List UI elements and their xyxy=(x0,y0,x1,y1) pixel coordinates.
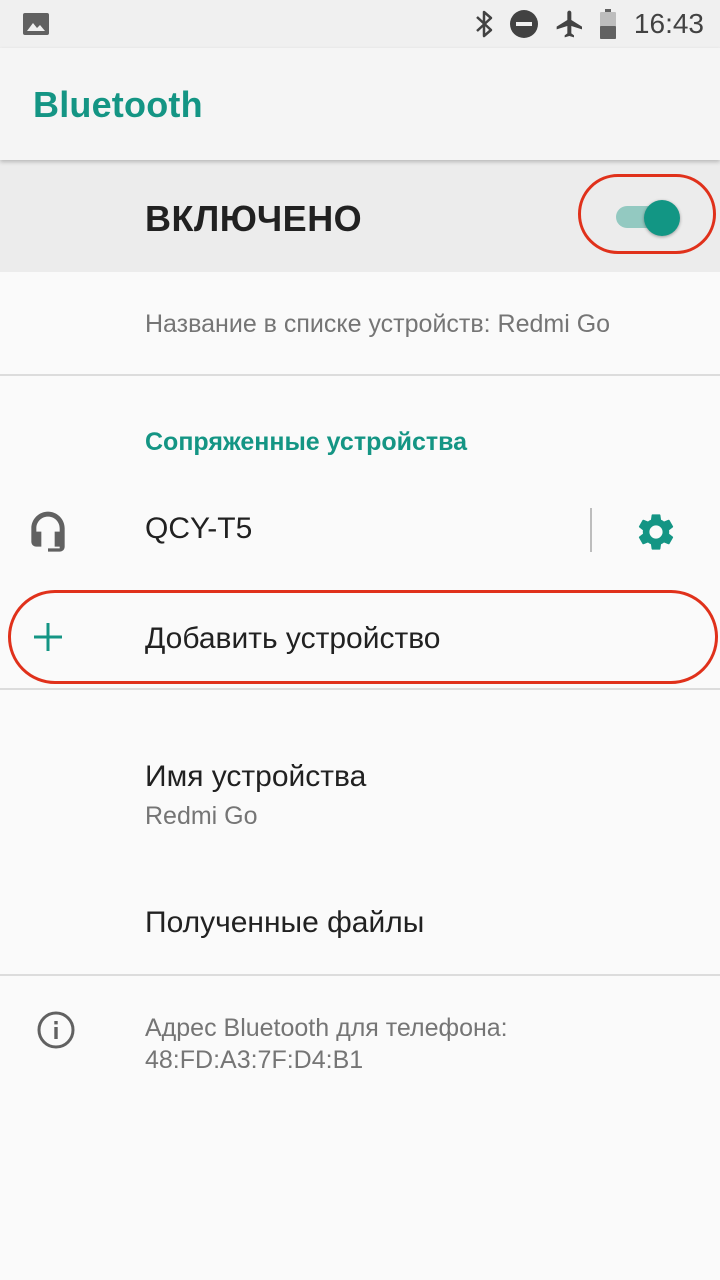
divider xyxy=(0,688,720,690)
received-files-title: Полученные файлы xyxy=(145,906,425,939)
bluetooth-toggle[interactable] xyxy=(616,200,682,236)
visibility-summary-text: Название в списке устройств: Redmi Go xyxy=(145,310,611,338)
airplane-icon xyxy=(552,0,588,48)
info-icon xyxy=(36,1010,76,1055)
bluetooth-master-switch-row[interactable]: ВКЛЮЧЕНО xyxy=(0,160,720,272)
gear-icon[interactable] xyxy=(634,510,678,559)
image-icon xyxy=(20,0,52,48)
bluetooth-address-label: Адрес Bluetooth для телефона: xyxy=(145,1014,508,1042)
bluetooth-icon xyxy=(470,0,498,48)
vertical-separator xyxy=(590,508,592,552)
device-name-pref[interactable]: Имя устройства Redmi Go xyxy=(0,740,720,840)
device-visibility-summary: Название в списке устройств: Redmi Go xyxy=(0,272,720,376)
bluetooth-address-value: 48:FD:A3:7F:D4:B1 xyxy=(145,1046,364,1074)
device-name-title: Имя устройства xyxy=(145,760,367,793)
paired-device-row[interactable]: QCY-T5 xyxy=(0,486,720,578)
plus-icon xyxy=(33,622,63,657)
clock-time: 16:43 xyxy=(633,8,704,39)
bluetooth-address-info: Адрес Bluetooth для телефона: 48:FD:A3:7… xyxy=(145,1012,508,1076)
divider xyxy=(0,974,720,976)
status-bar: 16:43 xyxy=(0,0,720,48)
paired-device-name: QCY-T5 xyxy=(145,512,253,545)
battery-icon xyxy=(598,0,618,48)
paired-devices-header: Сопряженные устройства xyxy=(145,428,468,456)
toggle-thumb xyxy=(644,200,680,236)
master-switch-label: ВКЛЮЧЕНО xyxy=(145,198,363,239)
add-device-label: Добавить устройство xyxy=(145,622,441,655)
add-device-row[interactable]: Добавить устройство xyxy=(0,590,720,688)
do-not-disturb-icon xyxy=(508,0,540,48)
received-files-pref[interactable]: Полученные файлы xyxy=(0,880,720,970)
divider xyxy=(0,374,720,376)
headset-icon xyxy=(28,508,68,557)
device-name-value: Redmi Go xyxy=(145,802,258,830)
page-title: Bluetooth xyxy=(33,84,203,125)
app-bar: Bluetooth xyxy=(0,48,720,160)
